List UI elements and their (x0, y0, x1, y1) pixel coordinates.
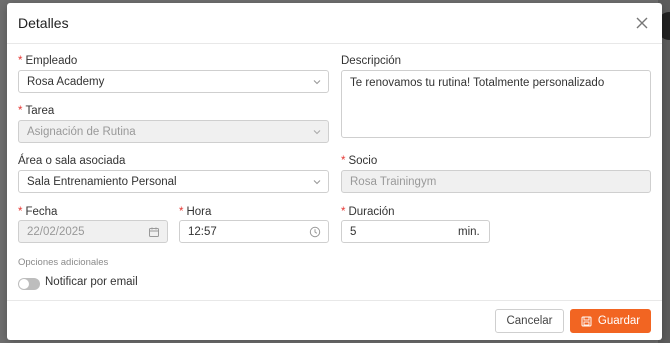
save-button[interactable]: Guardar (570, 309, 651, 333)
tarea-value: Asignación de Rutina (27, 126, 136, 138)
empleado-value: Rosa Academy (27, 76, 105, 88)
calendar-icon (149, 227, 159, 237)
chevron-down-icon (313, 180, 321, 185)
fecha-label: * Fecha (18, 206, 58, 218)
socio-label: * Socio (341, 155, 378, 167)
notify-email-label: Notificar por email (45, 276, 138, 288)
duracion-label: * Duración (341, 206, 395, 218)
save-icon (581, 316, 592, 326)
tarea-label: * Tarea (18, 105, 55, 117)
close-icon (636, 17, 648, 29)
fecha-value: 22/02/2025 (27, 226, 85, 238)
area-select[interactable]: Sala Entrenamiento Personal (18, 170, 329, 193)
additional-options-caption: Opciones adicionales (18, 257, 109, 268)
modal-title: Detalles (18, 15, 69, 31)
duracion-input[interactable]: 5 (341, 220, 451, 243)
close-button[interactable] (632, 13, 652, 33)
descripcion-value: Te renovamos tu rutina! Totalmente perso… (350, 77, 605, 89)
empleado-select[interactable]: Rosa Academy (18, 70, 329, 93)
chevron-down-icon (313, 130, 321, 135)
modal-footer: Cancelar Guardar (7, 300, 662, 340)
modal-header: Detalles (7, 3, 662, 44)
area-label: Área o sala asociada (18, 155, 126, 167)
tarea-select[interactable]: Asignación de Rutina (18, 120, 329, 143)
toggle-knob (19, 279, 29, 289)
area-value: Sala Entrenamiento Personal (27, 176, 177, 188)
hora-value: 12:57 (188, 226, 217, 238)
socio-input[interactable]: Rosa Trainingym (341, 170, 651, 193)
duracion-unit: min. (450, 220, 490, 243)
hora-label: * Hora (179, 206, 212, 218)
notify-email-toggle[interactable] (18, 278, 40, 290)
details-modal: Detalles * Empleado Rosa Academy * Tarea A… (7, 3, 662, 340)
chevron-down-icon (313, 80, 321, 85)
duracion-value: 5 (350, 226, 357, 238)
clock-icon (309, 226, 321, 238)
socio-value: Rosa Trainingym (350, 176, 437, 188)
hora-input[interactable]: 12:57 (179, 220, 329, 243)
empleado-label: * Empleado (18, 55, 78, 67)
cancel-button[interactable]: Cancelar (495, 309, 564, 333)
descripcion-label: Descripción (341, 55, 402, 67)
descripcion-textarea[interactable]: Te renovamos tu rutina! Totalmente perso… (341, 70, 651, 138)
fecha-input[interactable]: 22/02/2025 (18, 220, 168, 243)
